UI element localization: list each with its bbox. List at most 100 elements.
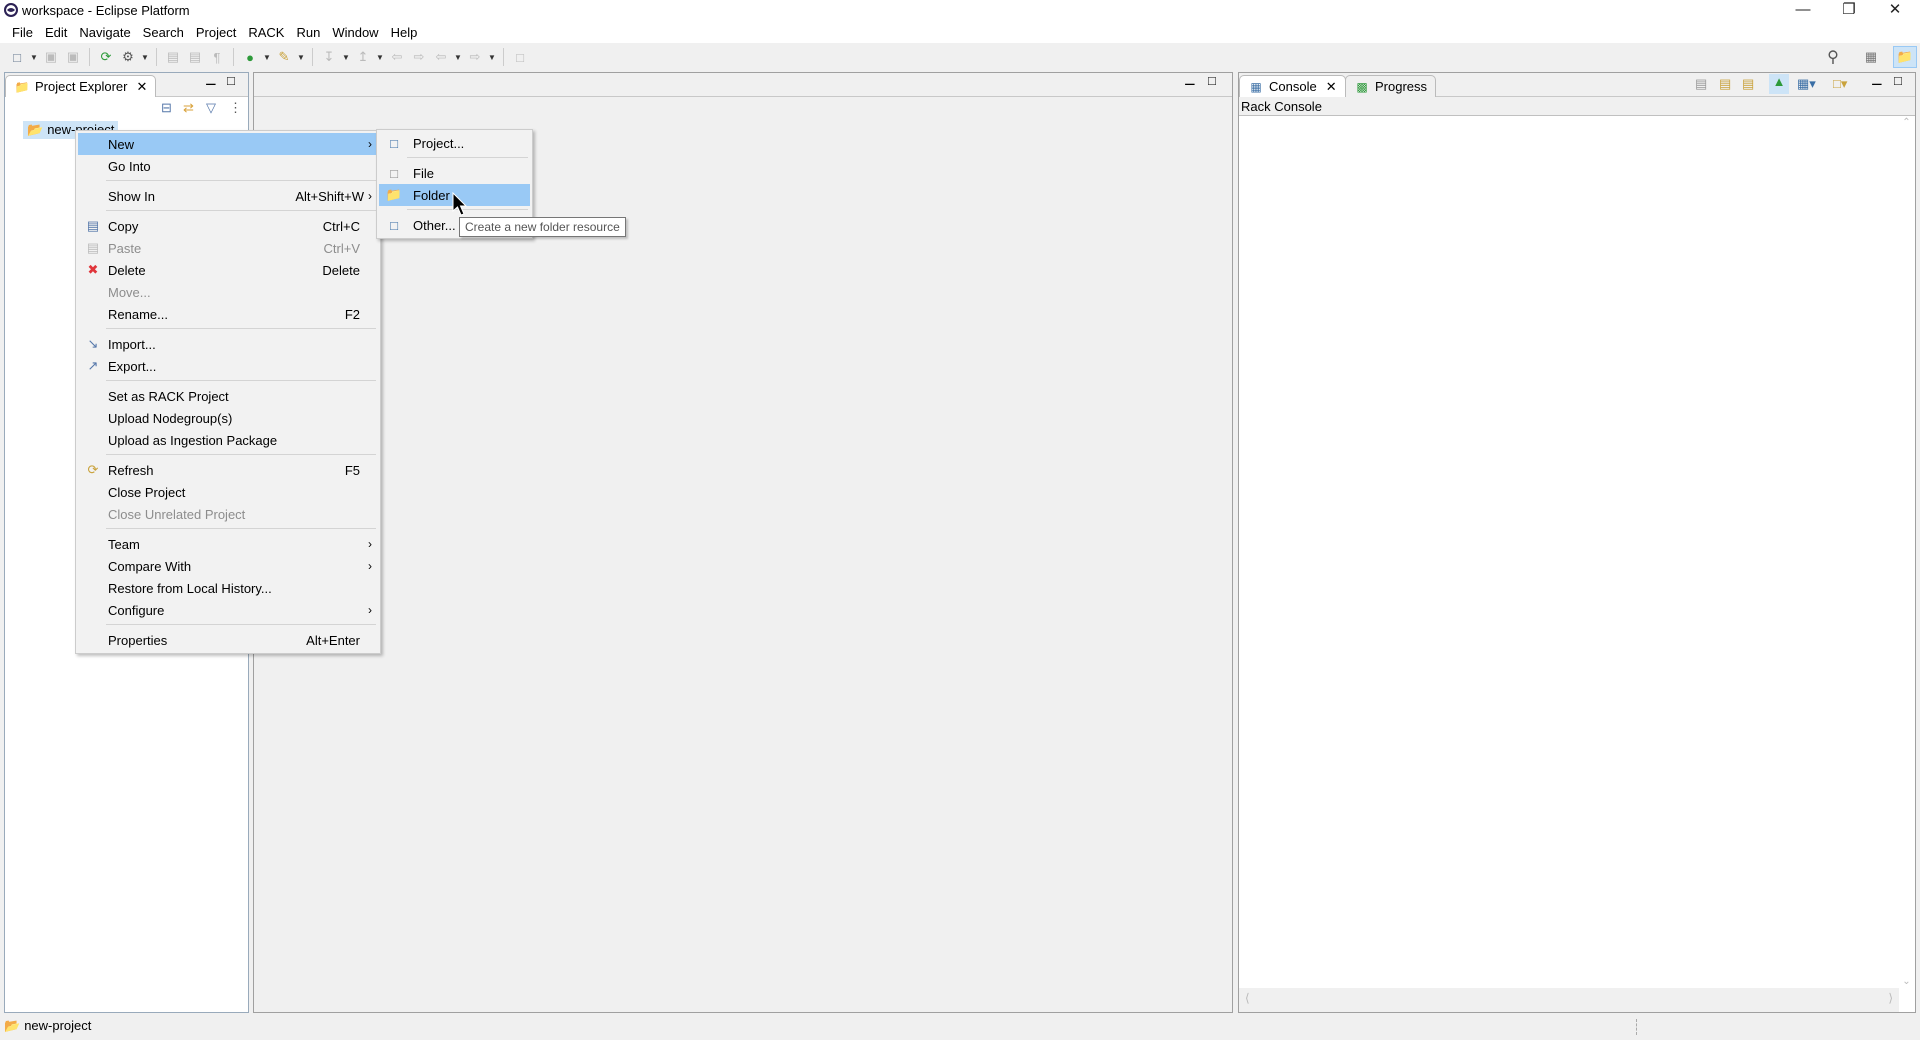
menu-item-label: Team [108,536,140,552]
dropdown-arrow-icon[interactable]: ▼ [342,53,350,62]
new-wizard-icon[interactable]: □ [8,48,26,66]
open-console-icon[interactable]: □▾ [1833,76,1847,92]
prev-annotation-icon[interactable]: ↥ [354,48,372,66]
minimize-icon[interactable]: ⚊ [1871,73,1883,89]
vertical-scrollbar[interactable]: ⌃ ⌄ [1898,117,1915,987]
menu-item-shortcut: F2 [344,306,360,322]
menu-item-delete[interactable]: ✖ Delete Delete [78,259,378,281]
scroll-lock-icon[interactable]: ▤ [1719,76,1731,92]
paste-icon: ▤ [86,240,100,255]
close-icon[interactable]: ✕ [1326,79,1337,95]
copy-icon: ▤ [86,218,100,233]
next-annotation-icon[interactable]: ↧ [320,48,338,66]
sync-icon[interactable]: ⟳ [97,48,115,66]
menu-item-upload-nodegroup-s[interactable]: Upload Nodegroup(s) [78,407,378,429]
tab-progress[interactable]: ▩ Progress [1345,75,1437,97]
minimize-icon[interactable]: ⚊ [1184,73,1196,89]
dropdown-arrow-icon[interactable]: ▼ [30,53,38,62]
menu-item-import[interactable]: ↘ Import... [78,333,378,355]
collapse-all-icon[interactable]: ⊟ [161,100,172,116]
minimize-button[interactable]: — [1780,0,1826,22]
forward-icon[interactable]: ⇨ [466,48,484,66]
minimize-icon[interactable]: ⚊ [205,73,217,89]
dropdown-arrow-icon[interactable]: ▼ [141,53,149,62]
dropdown-arrow-icon[interactable]: ▼ [376,53,384,62]
menu-item-label: Restore from Local History... [108,580,272,596]
menu-run[interactable]: Run [290,22,326,43]
pilcrow-icon[interactable]: ¶ [208,48,226,66]
maximize-icon[interactable]: □ [1208,73,1216,88]
dropdown-arrow-icon[interactable]: ▼ [488,53,496,62]
back-icon[interactable]: ⇦ [432,48,450,66]
save-icon[interactable]: ▣ [42,48,60,66]
menu-search[interactable]: Search [137,22,190,43]
menu-item-show-in[interactable]: Show In Alt+Shift+W › [78,185,378,207]
menu-item-label: Configure [108,602,165,618]
menu-item-configure[interactable]: Configure › [78,599,378,621]
search-icon[interactable]: ⚲ [1824,48,1842,66]
chevron-right-icon: › [368,189,372,203]
menu-item-shortcut: Alt+Enter [306,632,360,648]
dropdown-arrow-icon[interactable]: ▼ [297,53,305,62]
menu-item-label: Copy [108,218,139,234]
settings-gears-icon[interactable]: ⚙ [119,48,137,66]
menu-rack[interactable]: RACK [242,22,290,43]
menu-edit[interactable]: Edit [39,22,73,43]
menu-file[interactable]: File [6,22,39,43]
word-wrap-icon[interactable]: ▤ [1742,76,1754,92]
progress-icon: ▩ [1356,79,1368,94]
last-edit-icon[interactable]: ⇦ [388,48,406,66]
restore-button[interactable]: ❐ [1826,0,1872,22]
dropdown-arrow-icon[interactable]: ▼ [263,53,271,62]
clear-console-icon[interactable]: ▤ [1695,76,1707,92]
menu-item-set-as-rack-project[interactable]: Set as RACK Project [78,385,378,407]
menu-item-upload-as-ingestion-package[interactable]: Upload as Ingestion Package [78,429,378,451]
next-edit-icon[interactable]: ⇨ [410,48,428,66]
menu-item-label: File [413,165,434,181]
menu-item-team[interactable]: Team › [78,533,378,555]
menu-item-new[interactable]: New › [78,133,378,155]
menu-item-properties[interactable]: Properties Alt+Enter [78,629,378,651]
menu-window[interactable]: Window [326,22,384,43]
menu-item-label: Refresh [108,462,154,478]
maximize-icon[interactable]: □ [227,73,235,88]
status-divider [1636,1019,1637,1035]
menu-item-label: Folder [413,187,450,203]
menu-item-rename[interactable]: Rename... F2 [78,303,378,325]
pin-console-icon[interactable]: ▲ [1769,74,1789,94]
menu-separator [78,377,378,385]
menu-item-go-into[interactable]: Go Into [78,155,378,177]
pin-editor-icon[interactable]: □ [511,48,529,66]
link-with-editor-icon[interactable]: ⇄ [183,100,194,116]
maximize-icon[interactable]: □ [1894,73,1902,88]
block-icon[interactable]: ▤ [186,48,204,66]
menu-item-compare-with[interactable]: Compare With › [78,555,378,577]
horizontal-scrollbar[interactable]: ⟨ ⟩ [1239,988,1899,1012]
menu-item-refresh[interactable]: ⟳ Refresh F5 [78,459,378,481]
menu-separator [78,451,378,459]
filter-icon[interactable]: ▽ [206,100,216,116]
menu-help[interactable]: Help [385,22,424,43]
menu-item-restore-from-local-history[interactable]: Restore from Local History... [78,577,378,599]
menu-navigate[interactable]: Navigate [73,22,136,43]
close-button[interactable]: ✕ [1872,0,1918,22]
tab-console[interactable]: ▦ Console ✕ [1239,75,1346,97]
close-icon[interactable]: ✕ [136,79,147,95]
toggle-icon[interactable]: ▤ [164,48,182,66]
menu-item-project[interactable]: □ Project... [379,132,530,154]
run-icon[interactable]: ● [241,48,259,66]
tab-project-explorer[interactable]: 📁 Project Explorer ✕ [5,75,157,97]
display-console-icon[interactable]: ▦▾ [1797,76,1816,92]
menu-item-export[interactable]: ↗ Export... [78,355,378,377]
open-perspective-icon[interactable]: ▦ [1862,48,1880,66]
menu-item-copy[interactable]: ▤ Copy Ctrl+C [78,215,378,237]
resource-perspective-icon[interactable]: 📁 [1893,46,1917,68]
pen-icon[interactable]: ✎ [275,48,293,66]
save-all-icon[interactable]: ▣ [64,48,82,66]
dropdown-arrow-icon[interactable]: ▼ [454,53,462,62]
view-menu-icon[interactable]: ⋮ [229,100,242,116]
menu-item-file[interactable]: □ File [379,162,530,184]
menu-item-close-project[interactable]: Close Project [78,481,378,503]
menu-item-label: Import... [108,336,156,352]
menu-project[interactable]: Project [190,22,242,43]
